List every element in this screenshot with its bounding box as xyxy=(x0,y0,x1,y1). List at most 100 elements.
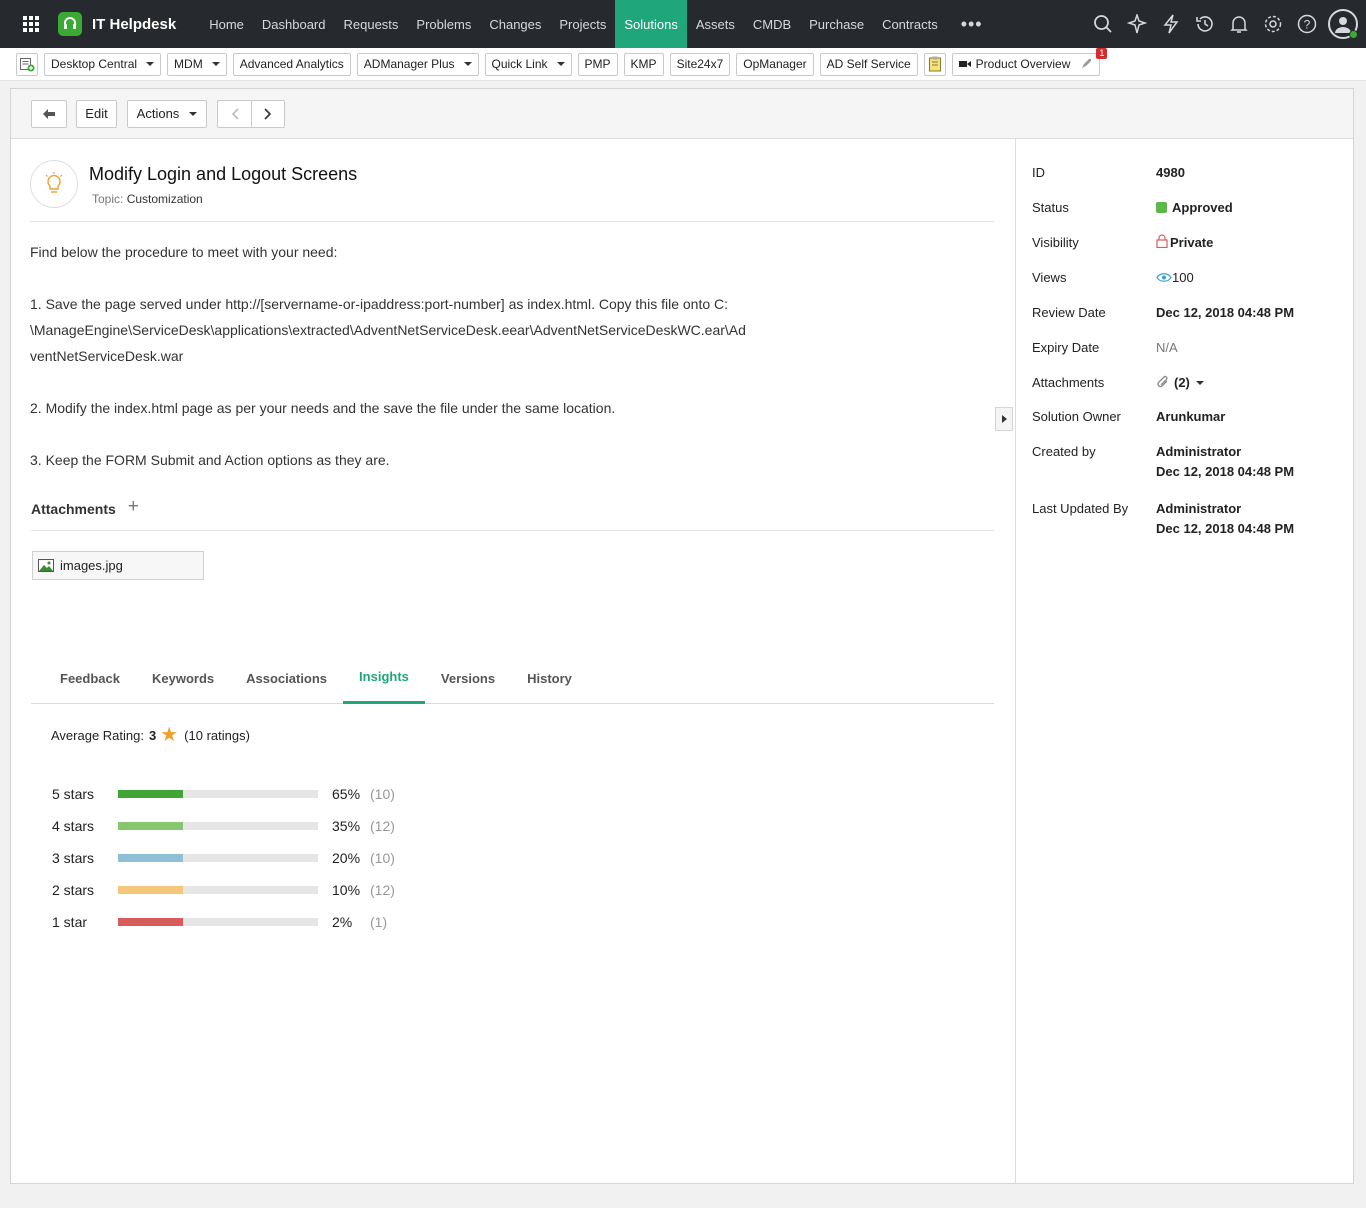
history-icon[interactable] xyxy=(1188,0,1222,48)
rating-label: 5 stars xyxy=(52,786,95,802)
average-rating: Average Rating: 3 ★ (10 ratings) xyxy=(51,725,250,745)
tab-versions[interactable]: Versions xyxy=(425,652,511,704)
status-label: Status xyxy=(1032,200,1069,215)
properties-sidebar: ID 4980 Status Approved Visibility Priva… xyxy=(1015,139,1353,1183)
chevron-right-icon xyxy=(264,107,272,120)
rating-percent: 20% xyxy=(332,850,361,866)
top-navbar: IT Helpdesk Home Dashboard Requests Problem… xyxy=(0,0,1366,48)
rating-count: (10) xyxy=(370,850,395,866)
settings-gear-icon[interactable] xyxy=(1256,0,1290,48)
eye-icon xyxy=(1156,273,1172,282)
zia-icon[interactable] xyxy=(1120,0,1154,48)
tab-history[interactable]: History xyxy=(511,652,588,704)
rating-bar-fill xyxy=(118,854,183,862)
rating-percent: 65% xyxy=(332,786,361,802)
nav-problems[interactable]: Problems xyxy=(407,0,480,48)
topic-value: Customization xyxy=(126,192,203,206)
id-label: ID xyxy=(1032,165,1045,180)
solution-body: Find below the procedure to meet with yo… xyxy=(30,239,790,473)
solution-topic: Topic: Customization xyxy=(92,192,203,206)
nav-solutions[interactable]: Solutions xyxy=(615,0,687,48)
quick-link-ad-self-service[interactable]: AD Self Service xyxy=(819,52,918,76)
helpdesk-logo-icon xyxy=(58,12,82,36)
actions-dropdown[interactable]: Actions xyxy=(127,99,207,128)
average-rating-value: 3 xyxy=(149,727,157,743)
body-line: \ManageEngine\ServiceDesk\applications\e… xyxy=(30,322,746,338)
quick-link-kmp[interactable]: KMP xyxy=(623,52,664,76)
rating-bar-track xyxy=(118,886,318,894)
body-line: ventNetServiceDesk.war xyxy=(30,348,184,364)
tab-feedback[interactable]: Feedback xyxy=(31,652,136,704)
nav-cmdb[interactable]: CMDB xyxy=(744,0,800,48)
visibility-value: Private xyxy=(1156,234,1213,250)
nav-home[interactable]: Home xyxy=(200,0,253,48)
tab-insights[interactable]: Insights xyxy=(343,652,425,704)
rating-row: 2 stars 10% (12) xyxy=(52,880,395,900)
body-line: 3. Keep the FORM Submit and Action optio… xyxy=(30,452,390,468)
rating-count: (12) xyxy=(370,818,395,834)
rating-bar-track xyxy=(118,854,318,862)
notification-bell-icon[interactable] xyxy=(1222,0,1256,48)
body-line: 2. Modify the index.html page as per you… xyxy=(30,400,616,416)
next-button[interactable] xyxy=(251,99,285,128)
tab-keywords[interactable]: Keywords xyxy=(136,652,230,704)
nav-purchase[interactable]: Purchase xyxy=(800,0,873,48)
add-widget-icon[interactable] xyxy=(16,52,38,76)
rating-label: 2 stars xyxy=(52,882,95,898)
chevron-left-icon xyxy=(231,107,239,120)
chevron-down-icon xyxy=(556,62,565,66)
body-line xyxy=(30,369,790,395)
nav-contracts[interactable]: Contracts xyxy=(873,0,947,48)
search-icon[interactable] xyxy=(1086,0,1120,48)
review-date-value: Dec 12, 2018 04:48 PM xyxy=(1156,305,1295,320)
nav-changes[interactable]: Changes xyxy=(480,0,550,48)
solution-header: Modify Login and Logout Screens Topic: C… xyxy=(30,160,994,222)
more-nav-icon[interactable]: ••• xyxy=(947,14,997,35)
back-button[interactable] xyxy=(31,99,67,128)
attachment-file[interactable]: images.jpg xyxy=(32,551,204,580)
notes-icon[interactable] xyxy=(923,52,946,76)
app-grid-icon[interactable] xyxy=(0,0,62,48)
quick-link-advanced-analytics[interactable]: Advanced Analytics xyxy=(232,52,351,76)
previous-button[interactable] xyxy=(217,99,251,128)
review-date-label: Review Date xyxy=(1032,305,1106,320)
body-line xyxy=(30,265,790,291)
nav-assets[interactable]: Assets xyxy=(687,0,744,48)
solution-title: Modify Login and Logout Screens xyxy=(89,164,358,184)
nav-dashboard[interactable]: Dashboard xyxy=(253,0,335,48)
created-date-value: Dec 12, 2018 04:48 PM xyxy=(1156,464,1295,479)
created-by-label: Created by xyxy=(1032,444,1096,459)
collapse-sidebar-toggle[interactable] xyxy=(995,407,1013,431)
rating-count: (1) xyxy=(370,914,388,930)
add-attachment-icon[interactable]: + xyxy=(128,497,139,517)
quick-link-quick-link[interactable]: Quick Link xyxy=(484,52,572,76)
nav-requests[interactable]: Requests xyxy=(335,0,408,48)
product-overview-button[interactable]: Product Overview 1 xyxy=(951,47,1108,76)
solution-content: Modify Login and Logout Screens Topic: C… xyxy=(11,139,1015,1183)
tab-associations[interactable]: Associations xyxy=(230,652,343,704)
quick-actions-icon[interactable] xyxy=(1154,0,1188,48)
nav-projects[interactable]: Projects xyxy=(550,0,615,48)
help-icon[interactable]: ? xyxy=(1290,0,1324,48)
id-value: 4980 xyxy=(1156,165,1185,180)
quick-link-mdm[interactable]: MDM xyxy=(167,52,227,76)
quick-link-opmanager[interactable]: OpManager xyxy=(736,52,814,76)
expiry-date-label: Expiry Date xyxy=(1032,340,1100,355)
paperclip-icon xyxy=(1157,375,1168,388)
edit-button[interactable]: Edit xyxy=(76,99,117,128)
rating-row: 3 stars 20% (10) xyxy=(52,848,395,868)
quick-link-site24x7[interactable]: Site24x7 xyxy=(669,52,731,76)
quick-link-admanager-plus[interactable]: ADManager Plus xyxy=(356,52,479,76)
chevron-down-icon xyxy=(1195,381,1204,385)
rating-count: (10) xyxy=(370,786,395,802)
quick-link-desktop-central[interactable]: Desktop Central xyxy=(44,52,162,76)
rating-count: (12) xyxy=(370,882,395,898)
status-value: Approved xyxy=(1156,200,1233,215)
topic-label: Topic: xyxy=(92,192,124,206)
user-avatar[interactable] xyxy=(1328,9,1358,39)
attachments-dropdown[interactable]: (2) xyxy=(1156,375,1204,390)
created-by-value: Administrator xyxy=(1156,444,1242,459)
detail-toolbar: Edit Actions xyxy=(11,89,1353,139)
quick-link-pmp[interactable]: PMP xyxy=(577,52,618,76)
attachments-header: Attachments + xyxy=(31,497,994,531)
